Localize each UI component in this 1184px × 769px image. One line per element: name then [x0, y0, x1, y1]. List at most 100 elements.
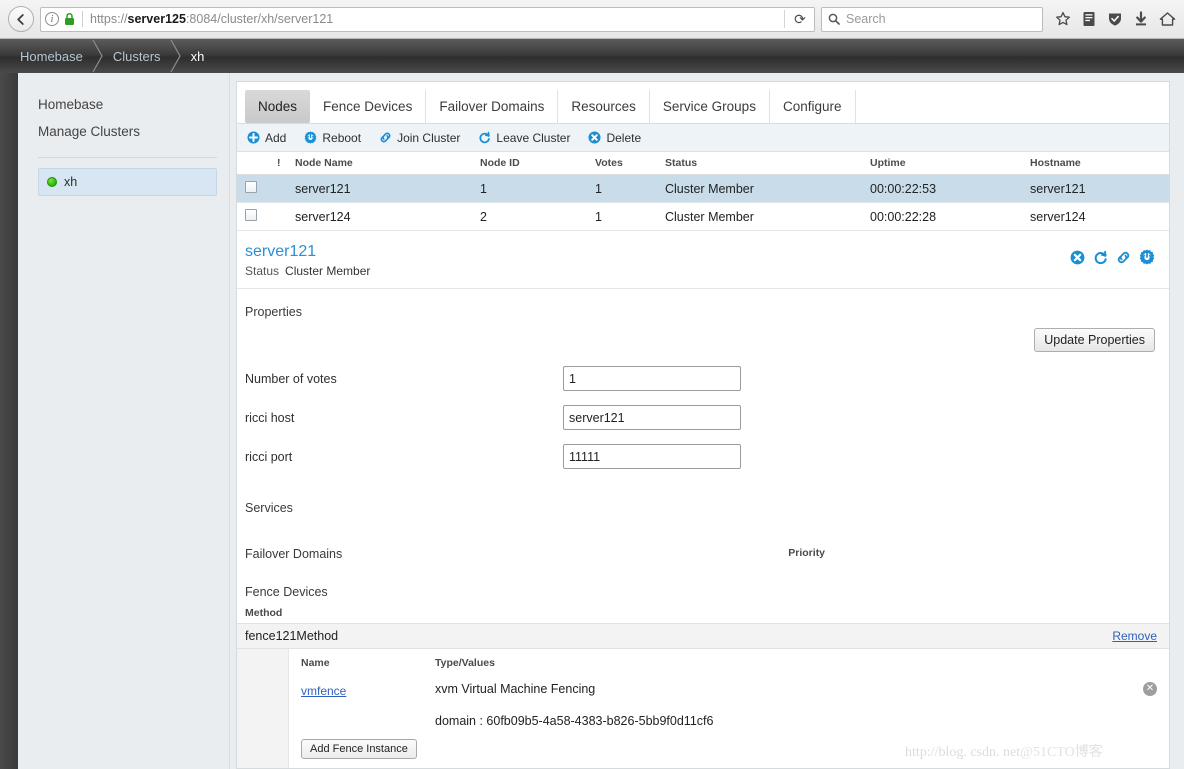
nodes-table: ! Node Name Node ID Votes Status Uptime …: [237, 152, 1169, 231]
leave-cluster-button-label: Leave Cluster: [496, 130, 571, 145]
lock-glyph: [65, 12, 74, 25]
search-bar[interactable]: Search: [821, 6, 1043, 32]
failover-domains-label: Failover Domains: [245, 547, 343, 562]
sidebar-item-manage-clusters[interactable]: Manage Clusters: [38, 118, 217, 145]
delete-button-label: Delete: [606, 130, 642, 145]
tab-nodes[interactable]: Nodes: [245, 90, 311, 123]
tab-configure[interactable]: Configure: [770, 90, 856, 123]
row-checkbox[interactable]: [245, 181, 257, 193]
row-votes: 1: [595, 174, 665, 203]
sidebar-item-xh-label: xh: [64, 175, 78, 189]
breadcrumb-item-clusters[interactable]: Clusters: [111, 39, 163, 73]
field-label-ricci-host: ricci host: [245, 410, 295, 425]
row-hostname: server121: [1030, 174, 1169, 203]
plus-circle-icon: [247, 131, 260, 144]
fence-instance-link[interactable]: vmfence: [301, 684, 346, 698]
row-status: Cluster Member: [665, 202, 870, 231]
row-checkbox-cell[interactable]: [237, 202, 277, 231]
header-alert[interactable]: !: [277, 152, 295, 175]
row-votes: 1: [595, 202, 665, 231]
update-properties-row: Update Properties: [245, 328, 1155, 353]
header-node-id[interactable]: Node ID: [480, 152, 595, 175]
fence-instance-gutter: [237, 649, 289, 768]
fence-instance-headers: Name Type/Values: [301, 657, 1157, 669]
failover-domains-row: Failover Domains Priority: [245, 547, 1155, 561]
home-icon[interactable]: [1159, 11, 1176, 27]
delete-button[interactable]: Delete: [588, 131, 641, 145]
reboot-button[interactable]: Reboot: [304, 131, 361, 145]
tab-service-groups[interactable]: Service Groups: [650, 90, 770, 123]
x-circle-icon: [588, 131, 601, 144]
header-node-name[interactable]: Node Name: [295, 152, 480, 175]
ricci-host-input[interactable]: server121: [563, 405, 741, 431]
field-ricci-port: ricci port 11111: [245, 444, 1155, 470]
reload-icon[interactable]: ⟳: [790, 11, 810, 28]
row-node-id: 1: [480, 174, 595, 203]
downloads-icon[interactable]: [1134, 11, 1148, 27]
fence-instance-detail: domain : 60fb09b5-4a58-4383-b826-5bb9f0d…: [435, 714, 714, 729]
node-detail-titleblock: server121 Status Cluster Member: [245, 243, 1070, 278]
url-bar[interactable]: i https://server125:8084/cluster/xh/serv…: [40, 6, 815, 32]
tab-resources[interactable]: Resources: [558, 90, 650, 123]
breadcrumb-item-xh[interactable]: xh: [189, 39, 207, 73]
join-cluster-button[interactable]: Join Cluster: [379, 131, 460, 145]
url-path: :8084/cluster/xh/server121: [185, 12, 334, 26]
fence-devices-section: Method fence121Method Remove Name Type/V…: [237, 599, 1169, 768]
url-prefix: https://: [90, 12, 128, 26]
header-status[interactable]: Status: [665, 152, 870, 175]
leave-cluster-icon[interactable]: [1093, 250, 1108, 270]
add-button[interactable]: Add: [247, 131, 286, 145]
fence-instance-panel: Name Type/Values vmfence xvm Virtual Mac…: [237, 649, 1169, 768]
power-gear-icon: [305, 131, 317, 144]
row-alert-cell: [277, 202, 295, 231]
sidebar-item-xh[interactable]: xh: [38, 168, 217, 196]
field-ricci-host: ricci host server121: [245, 405, 1155, 431]
update-properties-button[interactable]: Update Properties: [1034, 328, 1155, 353]
header-hostname[interactable]: Hostname: [1030, 152, 1169, 175]
remove-method-link[interactable]: Remove: [1112, 629, 1157, 643]
fence-instance-header-typevalues: Type/Values: [435, 657, 495, 670]
sidebar-item-homebase[interactable]: Homebase: [38, 91, 217, 118]
row-checkbox[interactable]: [245, 209, 257, 221]
number-of-votes-input[interactable]: 1: [563, 366, 741, 392]
shield-icon[interactable]: [1107, 11, 1123, 27]
node-toolbar: Add Reboot Join Cluster Leave Cluster De…: [237, 124, 1169, 152]
search-input[interactable]: Search: [846, 12, 886, 26]
header-checkbox: [237, 152, 277, 175]
reboot-icon[interactable]: [1139, 249, 1155, 270]
x-circle-icon[interactable]: ✕: [1143, 682, 1157, 697]
row-node-name[interactable]: server121: [295, 174, 480, 203]
row-uptime: 00:00:22:53: [870, 174, 1030, 203]
header-votes[interactable]: Votes: [595, 152, 665, 175]
leave-cluster-button[interactable]: Leave Cluster: [478, 131, 570, 145]
fence-instance-row: vmfence xvm Virtual Machine Fencing ✕: [301, 682, 1157, 700]
bookmark-star-icon[interactable]: [1055, 11, 1071, 27]
fence-method-row: fence121Method Remove: [237, 623, 1169, 650]
header-uptime[interactable]: Uptime: [870, 152, 1030, 175]
services-label: Services: [245, 501, 293, 516]
chevron-right-icon-2: [163, 39, 189, 73]
ricci-port-input[interactable]: 11111: [563, 444, 741, 470]
content-panel: Nodes Fence Devices Failover Domains Res…: [236, 81, 1170, 769]
url-host: server125: [127, 12, 186, 26]
info-icon[interactable]: i: [45, 12, 59, 26]
back-arrow-icon[interactable]: [8, 6, 34, 32]
lock-icon: [64, 12, 75, 26]
row-status: Cluster Member: [665, 174, 870, 203]
row-checkbox-cell[interactable]: [237, 174, 277, 203]
add-fence-instance-button[interactable]: Add Fence Instance: [301, 739, 417, 760]
fence-devices-label: Fence Devices: [245, 585, 328, 600]
url-text: https://server125:8084/cluster/xh/server…: [90, 12, 779, 26]
table-row[interactable]: server124 2 1 Cluster Member 00:00:22:28…: [237, 202, 1169, 231]
table-row[interactable]: server121 1 1 Cluster Member 00:00:22:53…: [237, 174, 1169, 203]
tab-failover-domains[interactable]: Failover Domains: [426, 90, 559, 123]
delete-icon[interactable]: [1070, 250, 1085, 270]
fence-instance-name-cell: vmfence: [301, 682, 435, 700]
tab-fence-devices[interactable]: Fence Devices: [310, 90, 427, 123]
join-cluster-icon[interactable]: [1116, 250, 1131, 270]
breadcrumb-item-homebase[interactable]: Homebase: [18, 39, 85, 73]
status-value: Cluster Member: [285, 264, 371, 279]
library-icon[interactable]: [1082, 11, 1096, 27]
row-node-name[interactable]: server124: [295, 202, 480, 231]
browser-toolbar-icons: [1049, 11, 1176, 27]
